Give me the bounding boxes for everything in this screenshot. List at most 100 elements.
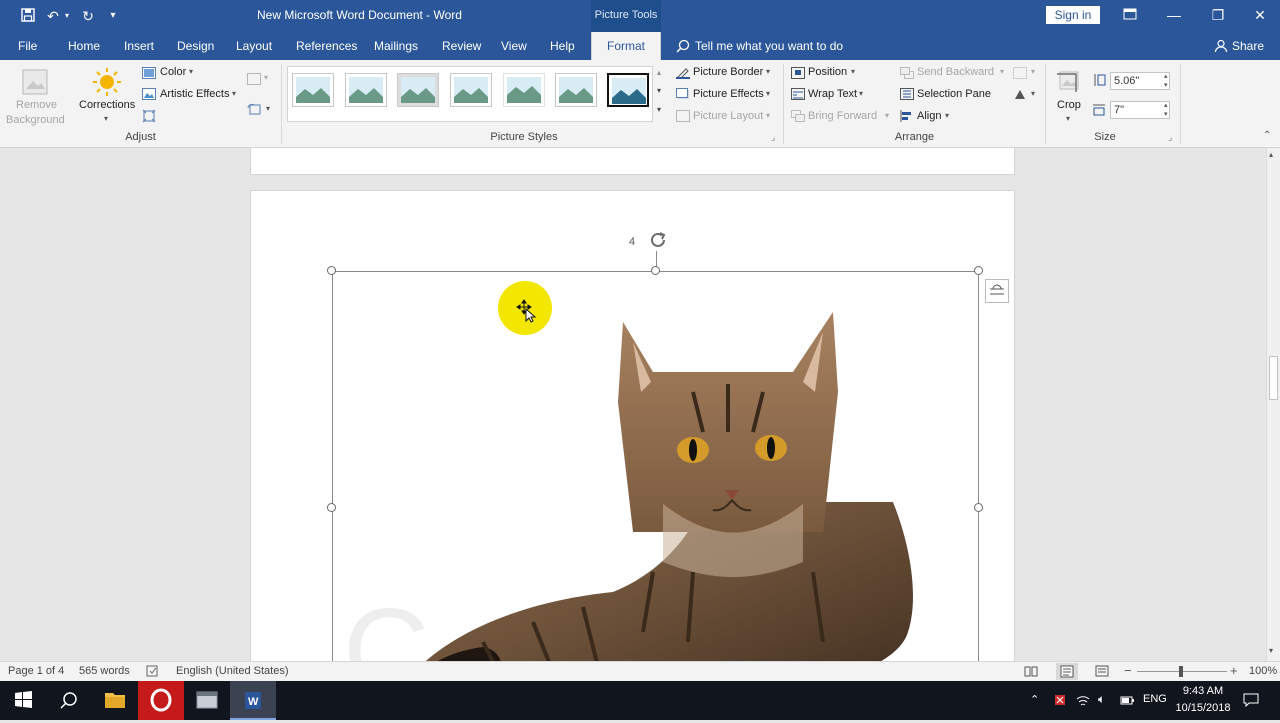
artistic-effects-dropdown-icon[interactable]: ▾ <box>232 89 236 98</box>
sign-in-button[interactable]: Sign in <box>1046 6 1100 24</box>
volume-icon[interactable]: 🔈︎ <box>1098 692 1105 707</box>
group-objects-dropdown-icon[interactable]: ▾ <box>1031 67 1035 76</box>
rotate-objects-dropdown-icon[interactable]: ▾ <box>1031 89 1035 98</box>
word-count[interactable]: 565 words <box>79 665 130 677</box>
tell-me-search[interactable]: Tell me what you want to do <box>695 32 843 60</box>
picture-style-4[interactable] <box>450 73 492 107</box>
height-spinner-icon[interactable]: ▴ ▾ <box>1164 72 1168 90</box>
zoom-in-icon[interactable]: + <box>1230 663 1238 678</box>
width-spinner-icon[interactable]: ▴ ▾ <box>1164 101 1168 119</box>
undo-dropdown-icon[interactable]: ▾ <box>62 7 72 25</box>
opera-browser-icon[interactable] <box>138 681 184 720</box>
scroll-thumb[interactable] <box>1269 356 1278 400</box>
clock-time[interactable]: 9:43 AM <box>1176 685 1230 697</box>
minimize-icon[interactable]: — <box>1152 0 1196 30</box>
word-taskbar-icon[interactable]: W <box>230 681 276 720</box>
layout-options-icon[interactable] <box>985 279 1009 303</box>
file-explorer-icon[interactable] <box>92 681 138 720</box>
close-icon[interactable]: ✕ <box>1238 0 1280 30</box>
scroll-up-icon[interactable]: ▴ <box>1269 150 1273 159</box>
tab-references[interactable]: References <box>296 32 357 60</box>
shape-height-input[interactable]: 5.06" <box>1110 72 1170 90</box>
remove-background-button[interactable]: Remove <box>16 99 57 111</box>
compress-pictures-icon[interactable] <box>142 109 156 123</box>
reset-picture-dropdown-icon[interactable]: ▾ <box>266 104 270 113</box>
tab-layout[interactable]: Layout <box>236 32 272 60</box>
styles-more-icon[interactable]: ▾ <box>657 105 661 114</box>
ribbon-display-options-icon[interactable] <box>1108 0 1152 30</box>
read-mode-icon[interactable] <box>1024 665 1038 677</box>
picture-style-3[interactable] <box>397 73 439 107</box>
tab-design[interactable]: Design <box>177 32 214 60</box>
picture-styles-launcher-icon[interactable]: ⌟ <box>771 132 775 143</box>
reset-picture-icon[interactable] <box>247 103 261 115</box>
tab-help[interactable]: Help <box>550 32 575 60</box>
picture-effects-button[interactable]: Picture Effects <box>693 88 764 100</box>
show-hidden-icons-icon[interactable]: ⌃ <box>1030 693 1039 706</box>
rotate-handle-icon[interactable] <box>647 229 669 251</box>
tab-format[interactable]: Format <box>591 32 661 60</box>
align-dropdown-icon[interactable]: ▾ <box>945 111 949 120</box>
proofing-icon[interactable] <box>146 664 160 678</box>
color-dropdown-icon[interactable]: ▾ <box>189 67 193 76</box>
picture-style-5[interactable] <box>503 73 545 107</box>
tab-home[interactable]: Home <box>68 32 100 60</box>
web-layout-icon[interactable] <box>1095 665 1109 677</box>
selection-pane-button[interactable]: Selection Pane <box>917 88 991 100</box>
tab-insert[interactable]: Insert <box>124 32 154 60</box>
styles-scroll-up-icon[interactable]: ▴ <box>657 68 661 77</box>
language-status[interactable]: English (United States) <box>176 665 289 677</box>
position-dropdown-icon[interactable]: ▾ <box>851 67 855 76</box>
vertical-scrollbar[interactable]: ▴ ▾ <box>1266 148 1280 661</box>
zoom-out-icon[interactable]: − <box>1124 663 1132 678</box>
tab-file[interactable]: File <box>18 32 37 60</box>
tab-mailings[interactable]: Mailings <box>374 32 418 60</box>
styles-scroll-down-icon[interactable]: ▾ <box>657 86 661 95</box>
align-button[interactable]: Align <box>917 110 941 122</box>
change-picture-icon[interactable] <box>247 73 261 85</box>
picture-border-button[interactable]: Picture Border <box>693 66 763 78</box>
windows-start-icon[interactable] <box>0 681 46 720</box>
zoom-level[interactable]: 100% <box>1249 665 1277 677</box>
picture-effects-dropdown-icon[interactable]: ▾ <box>766 89 770 98</box>
bring-forward-dropdown-icon[interactable]: ▾ <box>885 111 889 120</box>
group-objects-icon[interactable] <box>1013 67 1027 79</box>
cat-picture[interactable]: C <box>333 272 978 661</box>
shape-width-input[interactable]: 7" <box>1110 101 1170 119</box>
change-picture-dropdown-icon[interactable]: ▾ <box>264 73 268 82</box>
restore-icon[interactable]: ❐ <box>1196 0 1240 30</box>
bring-forward-button[interactable]: Bring Forward <box>808 110 877 122</box>
save-icon[interactable] <box>18 7 38 25</box>
rotate-objects-icon[interactable] <box>1013 88 1027 100</box>
tab-review[interactable]: Review <box>442 32 481 60</box>
undo-icon[interactable]: ↶ <box>44 7 62 25</box>
corrections-dropdown-icon[interactable]: ▾ <box>104 114 108 123</box>
picture-layout-dropdown-icon[interactable]: ▾ <box>766 111 770 120</box>
battery-icon[interactable] <box>1120 693 1134 707</box>
picture-style-2[interactable] <box>345 73 387 107</box>
tab-view[interactable]: View <box>501 32 527 60</box>
color-button[interactable]: Color <box>160 66 186 78</box>
action-center-icon[interactable] <box>1243 693 1259 708</box>
scroll-down-icon[interactable]: ▾ <box>1269 646 1273 655</box>
redo-icon[interactable]: ↻ <box>78 7 98 25</box>
zoom-slider-thumb[interactable] <box>1179 666 1183 677</box>
picture-style-1[interactable] <box>292 73 334 107</box>
tray-app-icon[interactable] <box>1053 693 1067 707</box>
wrap-text-button[interactable]: Wrap Text <box>808 88 857 100</box>
search-icon[interactable] <box>46 681 92 720</box>
remove-background-button-line2[interactable]: Background <box>6 114 65 126</box>
input-language[interactable]: ENG <box>1143 693 1167 705</box>
wrap-text-dropdown-icon[interactable]: ▾ <box>859 89 863 98</box>
crop-button[interactable]: Crop <box>1057 99 1081 111</box>
artistic-effects-button[interactable]: Artistic Effects <box>160 88 229 100</box>
position-button[interactable]: Position <box>808 66 847 78</box>
corrections-button[interactable]: Corrections <box>79 99 135 111</box>
picture-layout-button[interactable]: Picture Layout <box>693 110 763 122</box>
collapse-ribbon-icon[interactable]: ⌃ <box>1263 130 1271 141</box>
print-layout-icon[interactable] <box>1056 663 1078 680</box>
clock-date[interactable]: 10/15/2018 <box>1172 702 1234 714</box>
share-button[interactable]: Share <box>1232 32 1264 60</box>
send-backward-button[interactable]: Send Backward <box>917 66 994 78</box>
customize-qat-icon[interactable]: ▾ <box>104 7 122 25</box>
